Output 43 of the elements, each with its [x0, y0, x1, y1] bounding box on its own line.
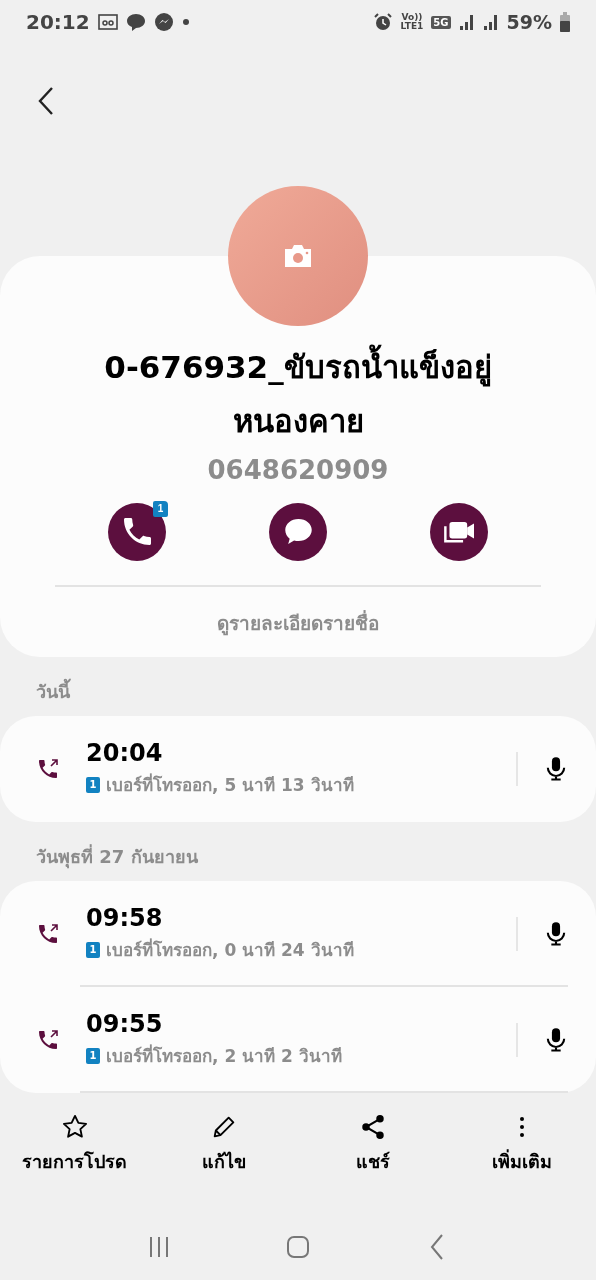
chat-bubble-icon [125, 12, 146, 32]
signal-icon [482, 13, 499, 31]
camera-icon [283, 243, 313, 269]
dot-icon [181, 18, 190, 26]
voicemail-icon [97, 12, 118, 32]
call-details: เบอร์ที่โทรออก, 5 นาที 13 วินาที [106, 772, 354, 797]
call-time: 09:58 [86, 904, 164, 932]
date-header: วันนี้ [35, 677, 72, 704]
speech-bubble-icon [284, 519, 312, 544]
phone-icon [123, 518, 151, 545]
more-action-button[interactable]: เพิ่มเติม [451, 1112, 592, 1176]
sim-badge: 1 [86, 776, 100, 793]
message-button[interactable] [269, 502, 327, 561]
share-action-button[interactable]: แชร์ [302, 1112, 443, 1176]
contact-name: 0-676932_ขับรถน้ำแข็งอยู่หนองคาย [54, 340, 542, 449]
volte-label: Vo)) [401, 13, 423, 22]
outgoing-call-icon [36, 921, 60, 946]
battery-percent: 59% [506, 11, 552, 33]
status-time: 20:12 [26, 10, 90, 34]
messenger-icon [153, 12, 174, 32]
sim-badge: 1 [153, 500, 168, 517]
outgoing-call-icon [36, 1027, 60, 1052]
battery-icon [560, 12, 570, 32]
alarm-icon [372, 12, 393, 32]
date-header: วันพุธที่ 27 กันยายน [35, 843, 199, 871]
call-time: 20:04 [86, 739, 164, 767]
call-button[interactable]: 1 [108, 502, 166, 561]
star-icon [60, 1112, 89, 1141]
video-camera-icon [444, 520, 474, 543]
call-time: 09:55 [86, 1010, 164, 1038]
call-details: เบอร์ที่โทรออก, 0 นาที 24 วินาที [106, 937, 354, 962]
star-action-button[interactable]: รายการโปรด [4, 1112, 145, 1176]
video-call-button[interactable] [430, 502, 488, 561]
network-label: 5G [431, 15, 451, 29]
phone-number: 0648620909 [206, 454, 390, 485]
signal-icon [458, 13, 475, 31]
edit-action-button[interactable]: แก้ไข [153, 1112, 294, 1176]
call-details: เบอร์ที่โทรออก, 2 นาที 2 วินาที [106, 1043, 342, 1068]
outgoing-call-icon [36, 756, 60, 781]
lte-label: LTE1 [400, 22, 424, 31]
sim-badge: 1 [86, 941, 100, 958]
sim-badge: 1 [86, 1047, 100, 1064]
back-icon[interactable] [36, 86, 56, 116]
